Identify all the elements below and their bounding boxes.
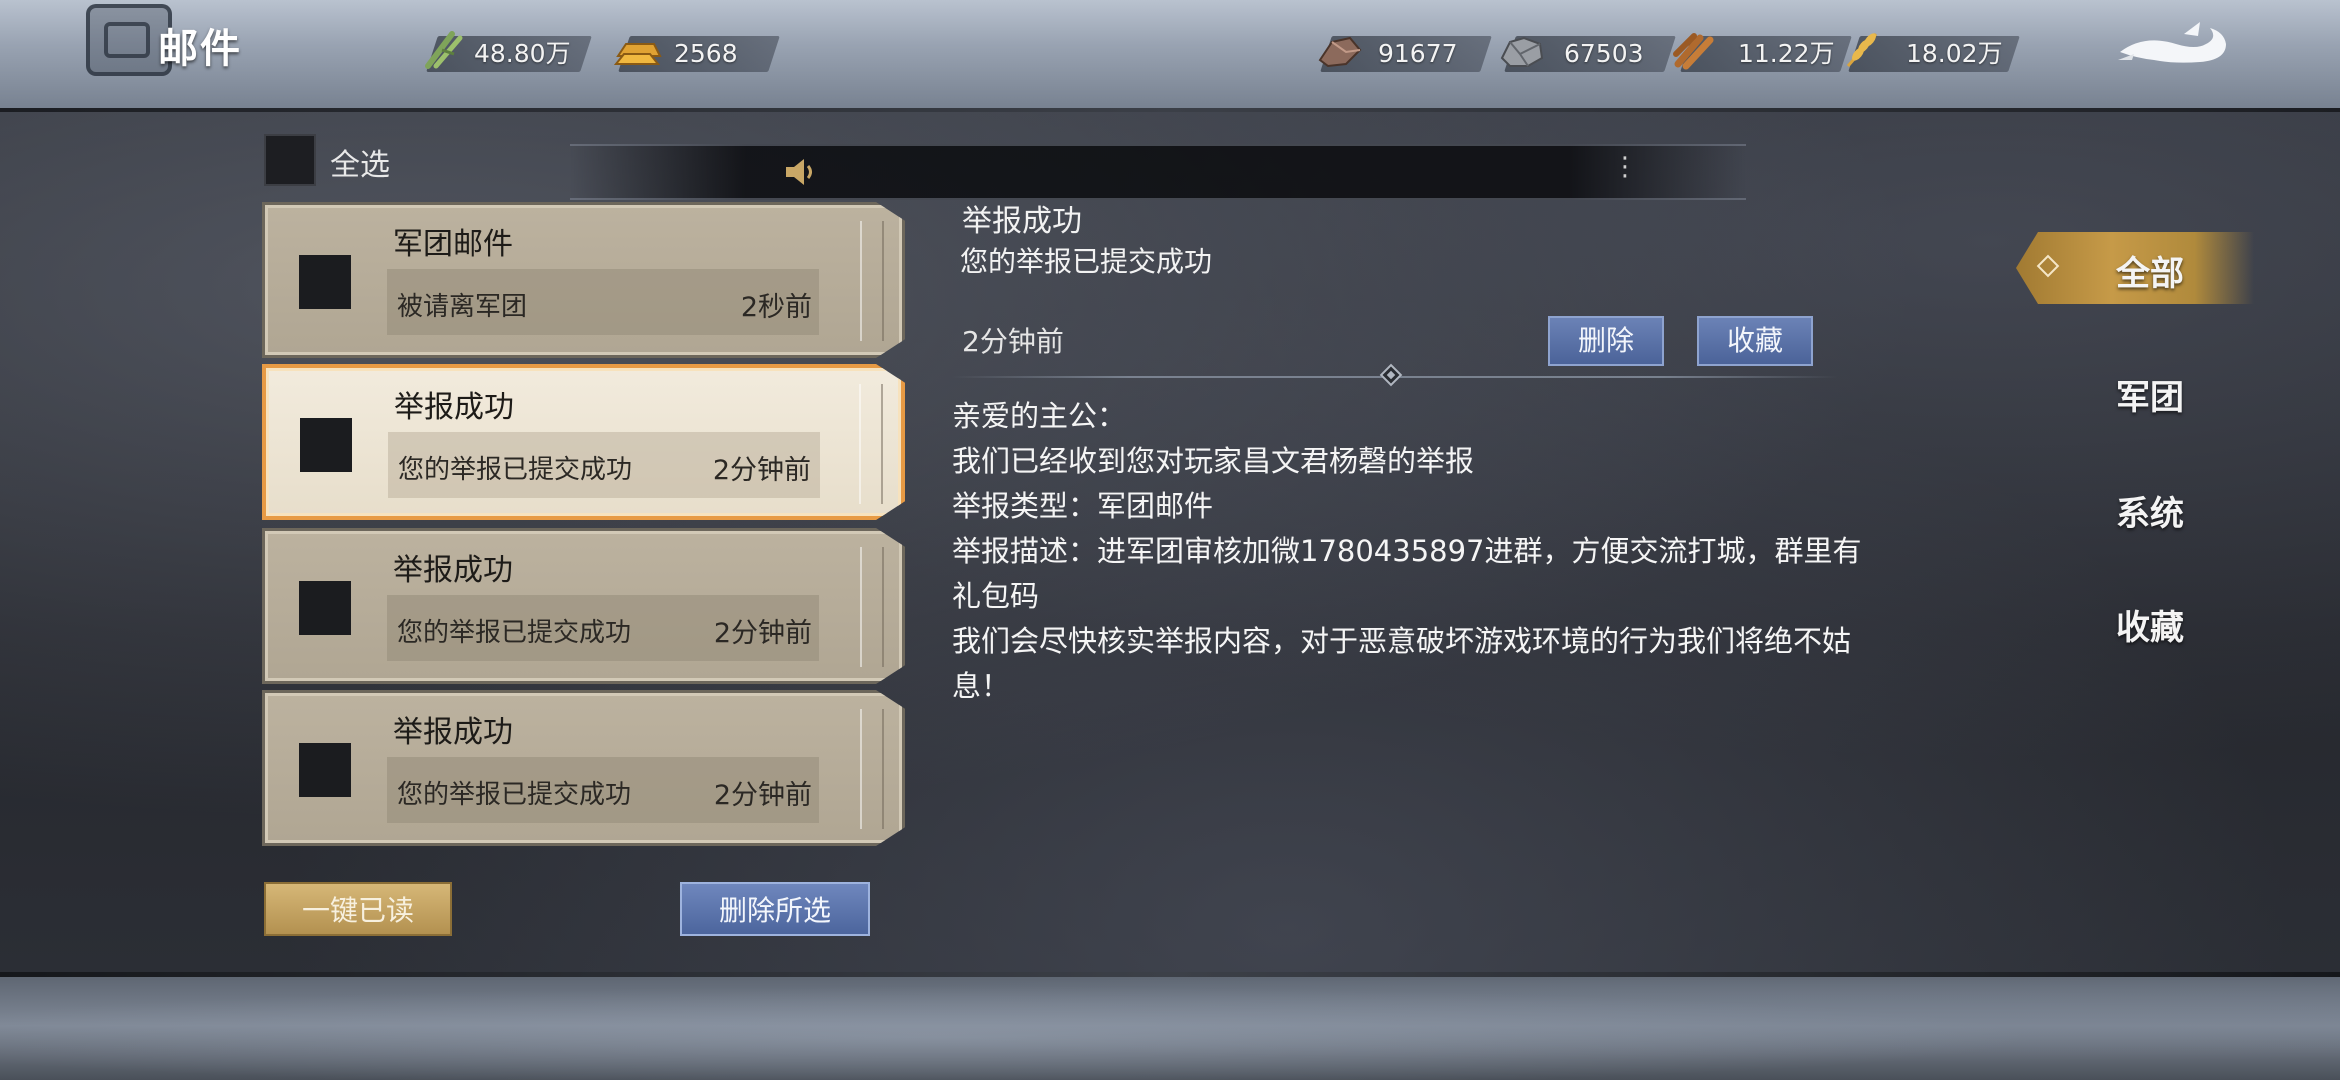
stone-icon — [1498, 30, 1546, 70]
mail-body: 亲爱的主公： 我们已经收到您对玩家昌文君杨磬的举报 举报类型：军团邮件 举报描述… — [952, 394, 1882, 709]
mail-title: 军团邮件 — [393, 227, 513, 262]
resource-stone-value: 67503 — [1564, 39, 1644, 68]
mail-preview: 您的举报已提交成功 — [397, 618, 632, 648]
mail-body-line: 我们会尽快核实举报内容，对于恶意破坏游戏环境的行为我们将绝不姑息！ — [952, 624, 1852, 703]
back-button[interactable] — [2112, 12, 2236, 76]
mail-list-item[interactable]: 举报成功 您的举报已提交成功 2分钟前 — [262, 690, 905, 846]
bamboo-icon — [420, 30, 468, 70]
mail-list-item[interactable]: 军团邮件 被请离军团 2秒前 — [262, 202, 905, 358]
resource-wheat-value: 18.02万 — [1906, 39, 2003, 68]
select-all-label: 全选 — [330, 148, 390, 183]
copper-ore-icon — [1316, 30, 1364, 70]
tab-legion[interactable]: 军团 — [2112, 370, 2188, 419]
mail-checkbox[interactable] — [299, 743, 351, 797]
resource-grain-value: 48.80万 — [474, 39, 571, 68]
mail-title: 举报成功 — [393, 715, 513, 750]
mail-time: 2秒前 — [740, 292, 812, 323]
detail-subtitle: 您的举报已提交成功 — [960, 245, 1213, 278]
mail-list-item[interactable]: 举报成功 您的举报已提交成功 2分钟前 — [262, 528, 905, 684]
tab-system[interactable]: 系统 — [2112, 486, 2188, 535]
bottom-scenery — [0, 972, 2340, 1080]
select-all-checkbox[interactable] — [264, 134, 316, 186]
mail-time: 2分钟前 — [713, 780, 812, 811]
delete-button[interactable]: 删除 — [1548, 316, 1664, 366]
mail-checkbox[interactable] — [300, 418, 352, 472]
gold-ingot-icon — [614, 30, 662, 70]
mail-list-item-selected[interactable]: 举报成功 您的举报已提交成功 2分钟前 — [262, 364, 905, 520]
detail-title: 举报成功 — [962, 204, 1082, 239]
mail-preview: 被请离军团 — [397, 292, 528, 322]
mail-checkbox[interactable] — [299, 255, 351, 309]
page-title: 邮件 — [158, 26, 242, 72]
tab-favorites[interactable]: 收藏 — [2112, 600, 2188, 649]
notice-bar[interactable] — [570, 144, 1746, 200]
detail-time: 2分钟前 — [962, 325, 1064, 358]
resource-gold-value: 2568 — [674, 39, 738, 68]
dragon-back-icon — [2118, 22, 2226, 63]
resource-wood-value: 11.22万 — [1738, 39, 1835, 68]
more-vertical-icon[interactable]: ⋮ — [1612, 152, 1638, 182]
mail-checkbox[interactable] — [299, 581, 351, 635]
card-edge-decoration — [859, 384, 883, 504]
mail-title: 举报成功 — [393, 553, 513, 588]
mail-title: 举报成功 — [394, 390, 514, 425]
mail-body-line: 举报类型：军团邮件 — [952, 489, 1214, 523]
mail-body-line: 亲爱的主公： — [952, 399, 1127, 433]
card-edge-decoration — [860, 709, 884, 829]
favorite-button[interactable]: 收藏 — [1697, 316, 1813, 366]
mail-time: 2分钟前 — [713, 618, 812, 649]
resource-copper-value: 91677 — [1378, 39, 1458, 68]
read-all-button[interactable]: 一键已读 — [264, 882, 452, 936]
mail-time: 2分钟前 — [712, 455, 811, 486]
mail-body-line: 举报描述：进军团审核加微1780435897进群，方便交流打城，群里有礼包码 — [952, 534, 1862, 613]
tab-all-label[interactable]: 全部 — [2112, 246, 2188, 295]
mail-preview: 您的举报已提交成功 — [397, 780, 632, 810]
wood-icon — [1672, 30, 1720, 70]
card-edge-decoration — [860, 221, 884, 341]
mail-body-line: 我们已经收到您对玩家昌文君杨磬的举报 — [952, 444, 1475, 478]
wheat-icon — [1840, 30, 1888, 70]
speaker-icon — [782, 156, 818, 188]
delete-selected-button[interactable]: 删除所选 — [680, 882, 870, 936]
card-edge-decoration — [860, 547, 884, 667]
mail-preview: 您的举报已提交成功 — [398, 455, 633, 485]
